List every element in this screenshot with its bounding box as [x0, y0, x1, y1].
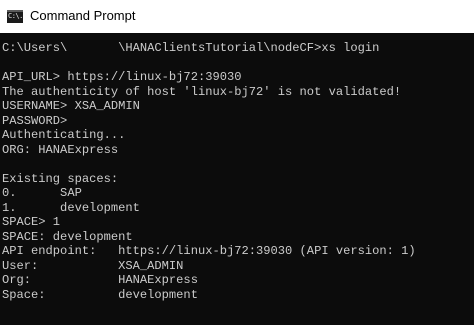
console-line: Existing spaces: — [2, 171, 119, 186]
console-lines: C:\Users\ \HANAClientsTutorial\nodeCF>xs… — [2, 41, 416, 302]
console-line: SPACE: development — [2, 229, 133, 244]
console-line: PASSWORD> — [2, 113, 68, 128]
console-line: 0. SAP — [2, 186, 82, 200]
console-line: The authenticity of host 'linux-bj72' is… — [2, 84, 402, 99]
console-line: SPACE> 1 — [2, 215, 61, 229]
console-line: API endpoint: https://linux-bj72:39030 (… — [2, 244, 416, 258]
console-line: User: XSA_ADMIN — [2, 258, 184, 273]
console-line: Authenticating... — [2, 128, 126, 142]
cmd-icon[interactable]: C:\. — [7, 10, 23, 23]
title-bar[interactable]: C:\. Command Prompt — [0, 0, 474, 33]
console-line: Org: HANAExpress — [2, 273, 198, 287]
window-title: Command Prompt — [30, 8, 136, 23]
command-prompt-window: C:\. Command Prompt C:\Users\ \HANAClien… — [0, 0, 474, 325]
console-output[interactable]: C:\Users\ \HANAClientsTutorial\nodeCF>xs… — [0, 33, 474, 325]
console-line: 1. development — [2, 200, 140, 215]
console-line: Space: development — [2, 287, 198, 302]
console-line: API_URL> https://linux-bj72:39030 — [2, 70, 242, 84]
cmd-icon-glyph: C:\. — [8, 12, 23, 20]
console-line: ORG: HANAExpress — [2, 142, 119, 157]
console-line: C:\Users\ \HANAClientsTutorial\nodeCF>xs… — [2, 41, 380, 55]
console-line: USERNAME> XSA_ADMIN — [2, 99, 140, 113]
